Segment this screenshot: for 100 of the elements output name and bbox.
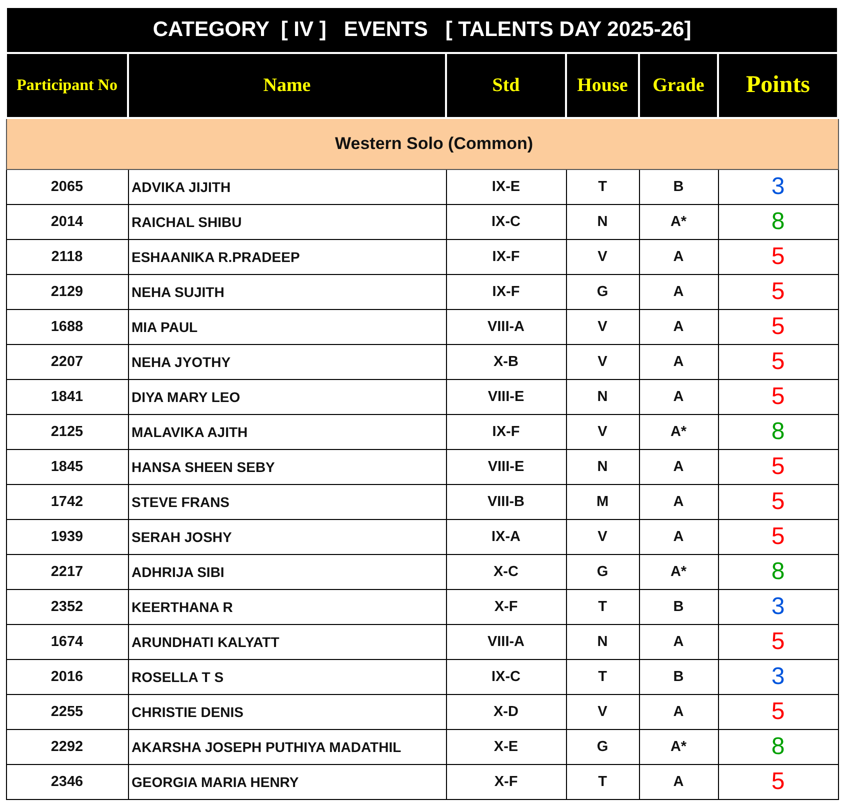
table-cell: 2217: [6, 554, 128, 590]
table-cell: A*: [639, 414, 718, 450]
table-cell: KEERTHANA R: [128, 590, 446, 624]
table-cell: 2255: [6, 694, 128, 730]
table-cell: GEORGIA MARIA HENRY: [128, 764, 446, 800]
points-value: 3: [771, 664, 785, 690]
table-cell: 1742: [6, 484, 128, 520]
points-value: 8: [771, 559, 785, 585]
table-cell: V: [566, 520, 639, 554]
table-cell: VIII-A: [446, 624, 566, 660]
table-cell: X-B: [446, 344, 566, 380]
table-cell: 1939: [6, 520, 128, 554]
table-cell: ADVIKA JIJITH: [128, 170, 446, 204]
table-cell: V: [566, 344, 639, 380]
points-value: 5: [771, 279, 785, 305]
table-cell: IX-E: [446, 170, 566, 204]
table-cell: 1845: [6, 450, 128, 484]
table-cell: G: [566, 554, 639, 590]
table-cell: NEHA SUJITH: [128, 274, 446, 310]
table-cell: 2292: [6, 730, 128, 764]
table-cell: MALAVIKA AJITH: [128, 414, 446, 450]
points-value: 8: [771, 734, 785, 760]
table-cell: T: [566, 660, 639, 694]
table-cell: 1674: [6, 624, 128, 660]
table-cell: X-D: [446, 694, 566, 730]
table-cell: 1688: [6, 310, 128, 344]
table-cell: IX-C: [446, 660, 566, 694]
points-value: 5: [771, 384, 785, 410]
table-cell: 2207: [6, 344, 128, 380]
points-value: 8: [771, 419, 785, 445]
table-cell: V: [566, 310, 639, 344]
table-cell: X-F: [446, 764, 566, 800]
table-cell: DIYA MARY LEO: [128, 380, 446, 414]
table-cell: A: [639, 380, 718, 414]
table-cell: 2129: [6, 274, 128, 310]
table-cell: MIA PAUL: [128, 310, 446, 344]
table-cell: ARUNDHATI KALYATT: [128, 624, 446, 660]
column-header: House: [566, 53, 639, 118]
table-cell: N: [566, 450, 639, 484]
table-cell: A: [639, 310, 718, 344]
table-cell: X-E: [446, 730, 566, 764]
table-cell: RAICHAL SHIBU: [128, 204, 446, 240]
table-cell: VIII-E: [446, 450, 566, 484]
table-cell: NEHA JYOTHY: [128, 344, 446, 380]
table-cell: VIII-A: [446, 310, 566, 344]
points-value: 5: [771, 314, 785, 340]
table-cell: ROSELLA T S: [128, 660, 446, 694]
table-cell: V: [566, 414, 639, 450]
points-value: 5: [771, 244, 785, 270]
table-cell: 2352: [6, 590, 128, 624]
table-cell: M: [566, 484, 639, 520]
points-value: 5: [771, 629, 785, 655]
table-cell: A: [639, 484, 718, 520]
table-cell: 1841: [6, 380, 128, 414]
points-value: 5: [771, 524, 785, 550]
table-cell: N: [566, 624, 639, 660]
table-cell: IX-A: [446, 520, 566, 554]
column-header: Grade: [639, 53, 718, 118]
table-cell: N: [566, 380, 639, 414]
table-cell: T: [566, 170, 639, 204]
table-cell: X-C: [446, 554, 566, 590]
table-cell: STEVE FRANS: [128, 484, 446, 520]
table-cell: VIII-B: [446, 484, 566, 520]
table-cell: 2125: [6, 414, 128, 450]
table-cell: 2346: [6, 764, 128, 800]
table-cell: ADHRIJA SIBI: [128, 554, 446, 590]
table-cell: V: [566, 240, 639, 274]
column-header: Points: [718, 53, 838, 118]
table-cell: IX-F: [446, 274, 566, 310]
table-cell: 2014: [6, 204, 128, 240]
column-header: Participant No: [6, 53, 128, 118]
column-header: Std: [446, 53, 566, 118]
table-cell: AKARSHA JOSEPH PUTHIYA MADATHIL: [128, 730, 446, 764]
table-cell: IX-F: [446, 414, 566, 450]
table-cell: VIII-E: [446, 380, 566, 414]
column-header: Name: [128, 53, 446, 118]
table-cell: G: [566, 274, 639, 310]
table-cell: ESHAANIKA R.PRADEEP: [128, 240, 446, 274]
table-cell: A: [639, 764, 718, 800]
table-cell: T: [566, 764, 639, 800]
table-cell: A: [639, 450, 718, 484]
points-value: 8: [771, 209, 785, 235]
table-cell: 2016: [6, 660, 128, 694]
table-cell: A: [639, 694, 718, 730]
section-heading: Western Solo (Common): [6, 118, 838, 170]
points-value: 5: [771, 489, 785, 515]
table-cell: CHRISTIE DENIS: [128, 694, 446, 730]
sheet-title: CATEGORY [ IV ] EVENTS [ TALENTS DAY 2025-26]: [6, 7, 838, 53]
table-cell: A: [639, 344, 718, 380]
points-value: 5: [771, 769, 785, 795]
table-cell: A: [639, 274, 718, 310]
points-value: 5: [771, 454, 785, 480]
points-value: 3: [771, 594, 785, 620]
table-cell: B: [639, 170, 718, 204]
table-cell: A: [639, 240, 718, 274]
table-cell: 2065: [6, 170, 128, 204]
table-cell: A: [639, 624, 718, 660]
table-cell: N: [566, 204, 639, 240]
table-cell: T: [566, 590, 639, 624]
table-cell: SERAH JOSHY: [128, 520, 446, 554]
